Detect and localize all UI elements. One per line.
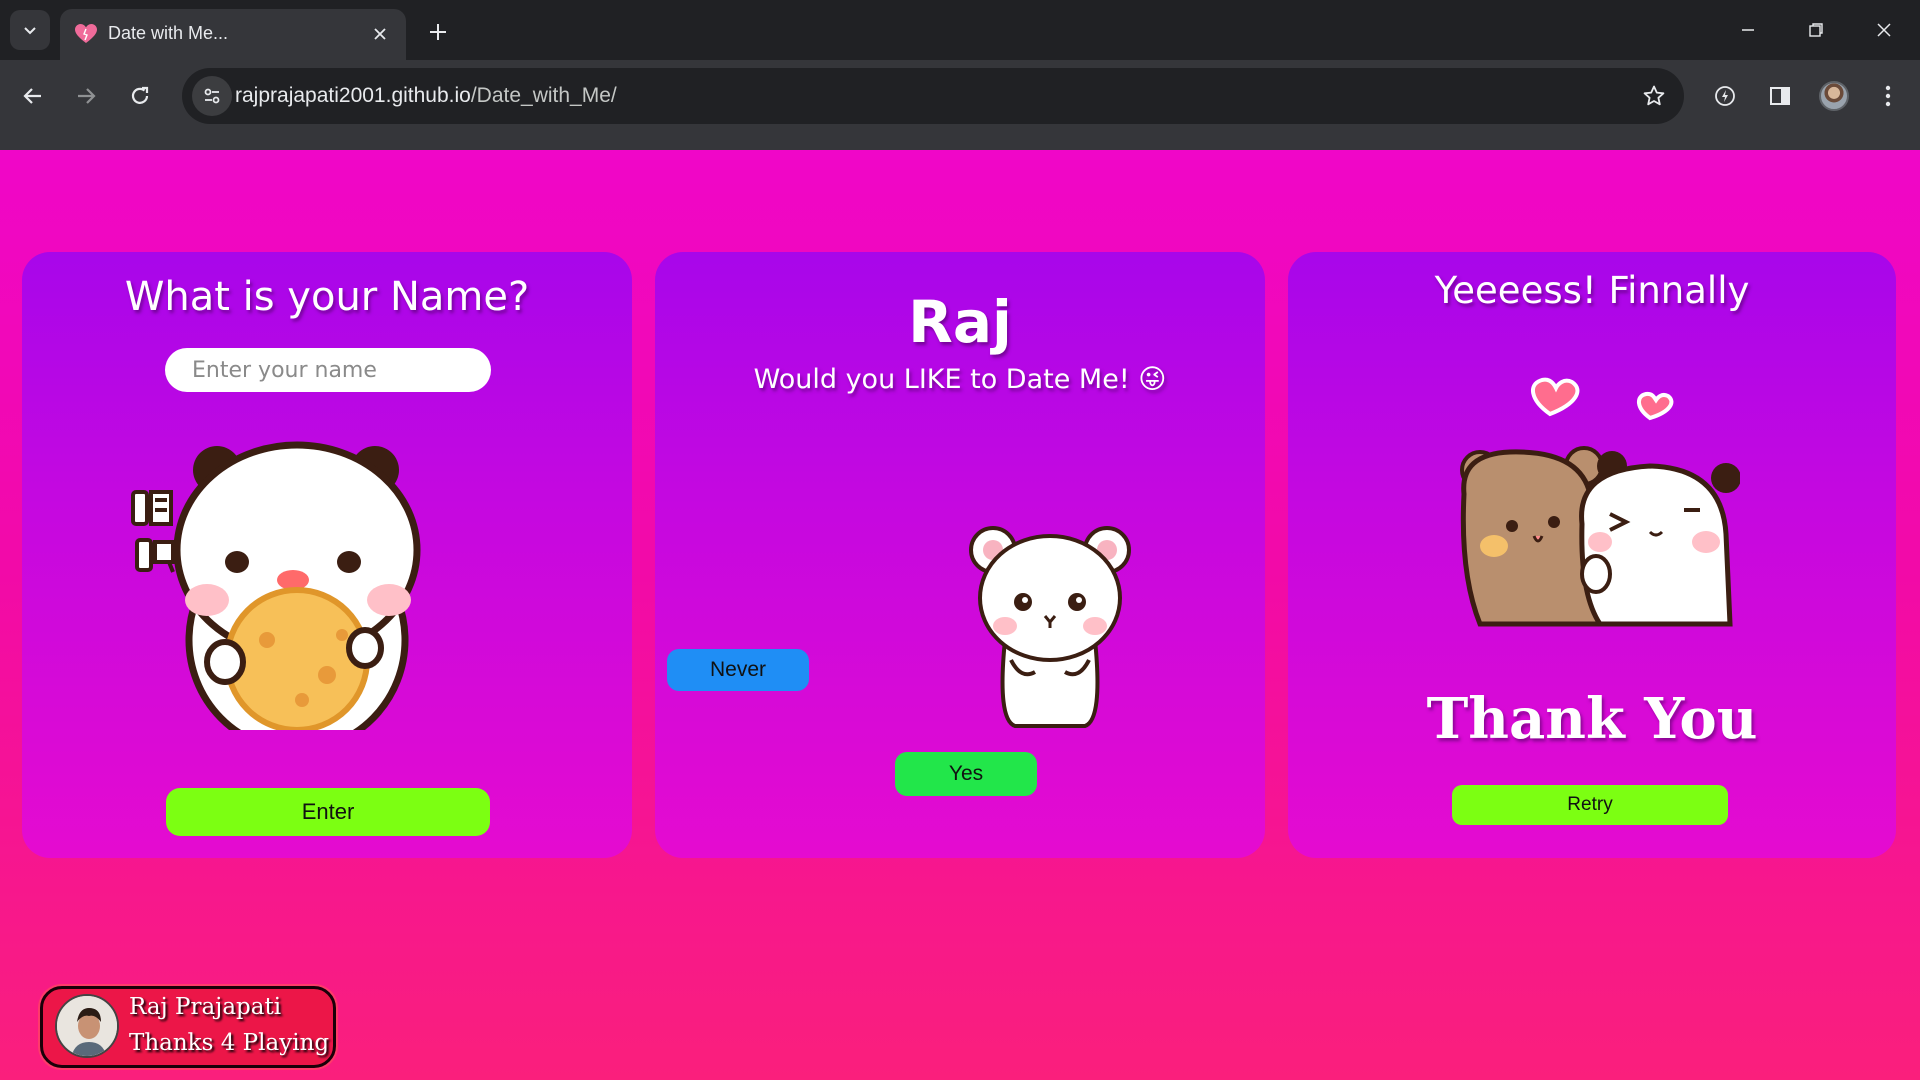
reload-icon <box>131 86 149 104</box>
hugging-bears-sticker <box>1460 377 1740 627</box>
name-question-title: What is your Name? <box>124 274 530 320</box>
name-card: What is your Name? Enter your name Enter <box>22 252 632 858</box>
site-info-button[interactable] <box>192 76 232 116</box>
side-panel-button[interactable] <box>1760 76 1800 116</box>
chevron-down-icon <box>24 27 36 35</box>
heart-favicon-icon <box>75 24 97 43</box>
url-text: rajprajapati2001.github.io/Date_with_Me/ <box>235 83 617 109</box>
speed-icon <box>1715 86 1735 106</box>
name-input[interactable] <box>165 348 491 392</box>
thank-you-text: Thank You <box>1426 686 1758 752</box>
forward-button[interactable] <box>66 76 106 116</box>
minimize-icon <box>1742 29 1754 31</box>
close-icon <box>374 28 386 40</box>
date-question: Would you LIKE to Date Me! 😜 <box>753 364 1167 395</box>
tab-close-button[interactable] <box>368 22 392 46</box>
close-window-button[interactable] <box>1856 8 1912 52</box>
url-path: /Date_with_Me/ <box>470 84 617 107</box>
thanks-message: Thanks 4 Playing <box>129 1030 330 1056</box>
tab-title: Date with Me... <box>108 23 229 43</box>
person-photo-icon <box>57 996 117 1056</box>
profile-button[interactable] <box>1814 76 1854 116</box>
credit-badge[interactable]: Raj Prajapati Thanks 4 Playing <box>40 986 336 1068</box>
tab-bar: Date with Me... <box>0 0 1920 60</box>
retry-button[interactable]: Retry <box>1452 785 1728 825</box>
arrow-left-icon <box>23 88 41 104</box>
enter-button[interactable]: Enter <box>166 788 490 836</box>
more-vertical-icon <box>1885 85 1891 107</box>
url-host: rajprajapati2001.github.io <box>235 84 471 107</box>
reload-button[interactable] <box>120 76 160 116</box>
side-panel-icon <box>1770 87 1790 105</box>
star-icon <box>1643 85 1665 106</box>
arrow-right-icon <box>78 88 96 104</box>
author-name: Raj Prajapati <box>129 994 282 1020</box>
minimize-button[interactable] <box>1720 8 1776 52</box>
close-icon <box>1877 23 1891 37</box>
author-avatar <box>55 994 119 1058</box>
tab-search-button[interactable] <box>10 10 50 50</box>
player-name: Raj <box>908 288 1012 356</box>
result-title: Yeeeess! Finnally <box>1434 269 1750 312</box>
restore-button[interactable] <box>1788 8 1844 52</box>
yes-button[interactable]: Yes <box>895 752 1037 796</box>
new-tab-button[interactable] <box>420 14 456 50</box>
profile-avatar <box>1819 81 1849 111</box>
browser-toolbar: rajprajapati2001.github.io/Date_with_Me/ <box>0 60 1920 150</box>
panda-eating-cookie-sticker <box>131 441 421 730</box>
restore-icon <box>1809 23 1823 37</box>
plus-icon <box>430 24 446 40</box>
back-button[interactable] <box>13 76 53 116</box>
white-bear-sticker <box>969 526 1131 728</box>
date-question-card: Raj Would you LIKE to Date Me! 😜 Never Y… <box>655 252 1265 858</box>
bookmark-button[interactable] <box>1636 78 1672 114</box>
menu-button[interactable] <box>1868 76 1908 116</box>
browser-tab[interactable]: Date with Me... <box>60 9 406 60</box>
result-card: Yeeeess! Finnally Thank You Retry <box>1288 252 1896 858</box>
address-bar[interactable]: rajprajapati2001.github.io/Date_with_Me/ <box>182 68 1684 124</box>
performance-button[interactable] <box>1705 76 1745 116</box>
never-button[interactable]: Never <box>667 649 809 691</box>
tune-icon <box>204 88 220 104</box>
page-content: What is your Name? Enter your name Enter… <box>0 150 1920 1080</box>
